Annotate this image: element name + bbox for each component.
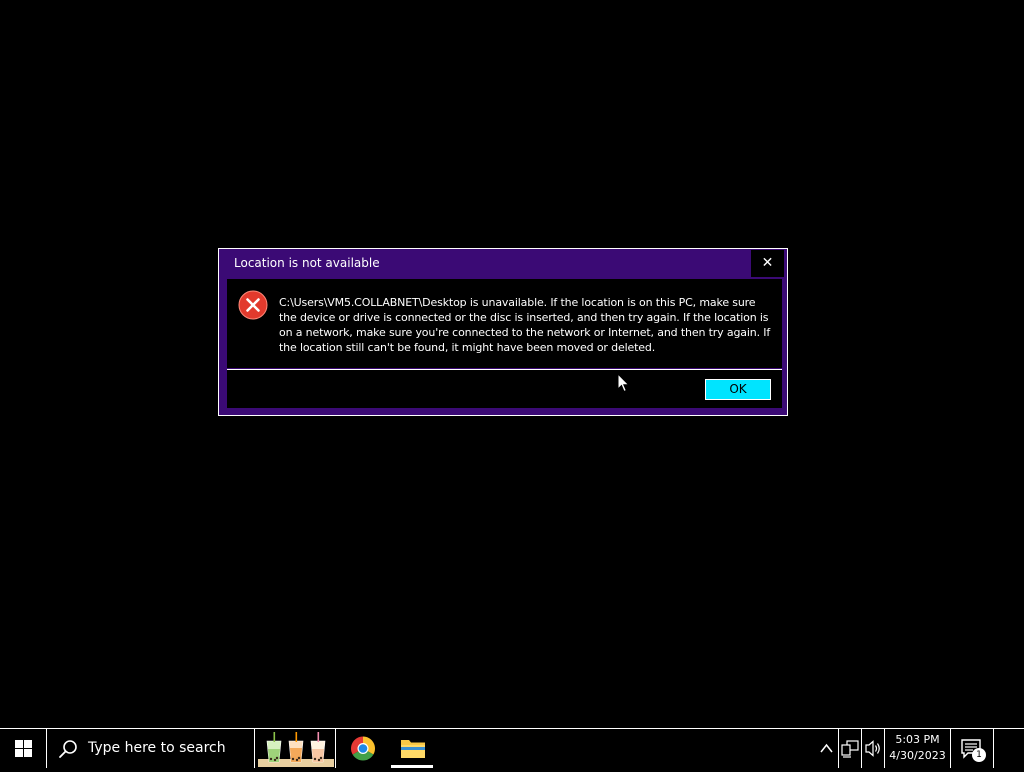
action-center-icon xyxy=(961,739,981,759)
folder-icon xyxy=(401,740,425,758)
clock-date: 4/30/2023 xyxy=(889,749,946,762)
close-button[interactable]: ✕ xyxy=(751,250,784,277)
error-icon xyxy=(238,290,268,320)
chevron-up-icon xyxy=(820,743,833,753)
taskbar-widget-button[interactable] xyxy=(256,729,336,768)
dialog-body: C:\Users\VM5.COLLABNET\Desktop is unavai… xyxy=(227,279,782,368)
bubble-tea-icon xyxy=(258,732,334,767)
start-button[interactable] xyxy=(0,729,47,768)
network-icon xyxy=(841,740,859,758)
mouse-pointer-icon xyxy=(617,373,630,393)
search-placeholder: Type here to search xyxy=(88,740,226,756)
search-icon xyxy=(59,740,77,758)
windows-logo-icon xyxy=(15,740,32,757)
dialog-message: C:\Users\VM5.COLLABNET\Desktop is unavai… xyxy=(279,296,771,354)
network-button[interactable] xyxy=(839,729,861,768)
taskbar-file-explorer-button[interactable] xyxy=(388,729,438,768)
clock[interactable]: 5:03 PM 4/30/2023 xyxy=(885,729,950,768)
taskbar: Type here to search 5:03 PM 4/30/2023 1 xyxy=(0,728,1024,768)
dialog-title: Location is not available xyxy=(234,256,380,270)
clock-time: 5:03 PM xyxy=(895,733,940,746)
error-dialog: Location is not available ✕ C:\Users\VM5… xyxy=(218,248,788,416)
dialog-footer: OK xyxy=(227,370,782,408)
close-icon: ✕ xyxy=(761,255,774,271)
tray-overflow-button[interactable] xyxy=(815,729,838,768)
speaker-icon xyxy=(865,740,880,757)
taskbar-search-box[interactable]: Type here to search xyxy=(48,729,255,768)
taskbar-chrome-button[interactable] xyxy=(338,729,388,768)
dialog-titlebar[interactable]: Location is not available ✕ xyxy=(219,249,787,278)
volume-button[interactable] xyxy=(862,729,884,768)
ok-button[interactable]: OK xyxy=(705,379,771,400)
show-desktop-button[interactable] xyxy=(994,729,1024,768)
notification-count-badge: 1 xyxy=(972,748,986,762)
chrome-icon xyxy=(351,736,375,761)
action-center-button[interactable] xyxy=(951,729,993,768)
